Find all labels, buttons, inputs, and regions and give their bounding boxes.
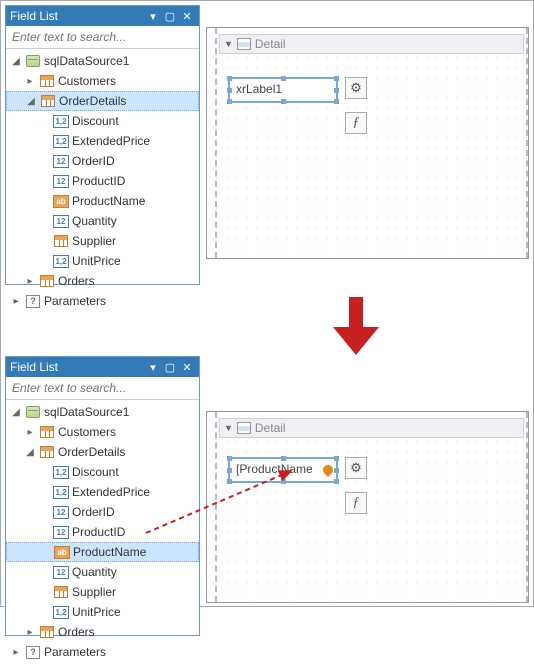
report-designer-canvas[interactable]: ▼ Detail xrLabel1 ⚙ ƒ (206, 27, 529, 259)
margin-guide-right (526, 28, 528, 258)
band-collapse-icon[interactable]: ▼ (224, 423, 233, 433)
autohide-icon[interactable]: ▢ (162, 359, 178, 375)
node-productname[interactable]: ▸abProductName (6, 542, 199, 562)
band-collapse-icon[interactable]: ▼ (224, 39, 233, 49)
data-binding-indicator-icon (321, 463, 335, 477)
node-datasource[interactable]: ◢sqlDataSource1 (6, 51, 199, 71)
band-label: Detail (255, 421, 286, 435)
node-supplier[interactable]: ▸Supplier (6, 231, 199, 251)
node-customers[interactable]: ▸Customers (6, 71, 199, 91)
band-label: Detail (255, 37, 286, 51)
panel-titlebar: Field List ▾ ▢ ✕ (6, 357, 199, 377)
node-orders[interactable]: ▸Orders (6, 271, 199, 291)
autohide-icon[interactable]: ▢ (162, 8, 178, 24)
node-datasource[interactable]: ◢sqlDataSource1 (6, 402, 199, 422)
node-parameters[interactable]: ▸?Parameters (6, 291, 199, 311)
node-orderdetails[interactable]: ◢OrderDetails (6, 442, 199, 462)
panel-title: Field List (10, 9, 145, 23)
detail-band-header[interactable]: ▼ Detail (219, 418, 524, 438)
node-orderdetails[interactable]: ◢OrderDetails (6, 91, 199, 111)
node-orderid[interactable]: ▸12OrderID (6, 151, 199, 171)
drag-arrow-icon (141, 463, 311, 543)
xrlabel-text: xrLabel1 (236, 82, 282, 96)
expression-button[interactable]: ƒ (345, 112, 367, 134)
node-unitprice[interactable]: ▸1,2UnitPrice (6, 602, 199, 622)
expression-button[interactable]: ƒ (345, 492, 367, 514)
margin-guide-right (526, 412, 528, 602)
panel-titlebar: Field List ▾ ▢ ✕ (6, 6, 199, 26)
flow-arrow-icon (331, 297, 381, 357)
dropdown-icon[interactable]: ▾ (145, 359, 161, 375)
node-discount[interactable]: ▸1,2Discount (6, 111, 199, 131)
xrlabel-control[interactable]: xrLabel1 (229, 78, 337, 102)
node-productname[interactable]: ▸abProductName (6, 191, 199, 211)
smart-tag-button[interactable]: ⚙ (345, 457, 367, 479)
node-orders[interactable]: ▸Orders (6, 622, 199, 642)
node-supplier[interactable]: ▸Supplier (6, 582, 199, 602)
node-parameters[interactable]: ▸?Parameters (6, 642, 199, 662)
field-list-panel: Field List ▾ ▢ ✕ ◢sqlDataSource1 ▸Custom… (5, 5, 200, 285)
detail-band-icon (237, 38, 251, 50)
margin-guide-left (215, 28, 217, 258)
smart-tag-button[interactable]: ⚙ (345, 77, 367, 99)
search-input[interactable] (6, 377, 199, 400)
node-extendedprice[interactable]: ▸1,2ExtendedPrice (6, 131, 199, 151)
design-grid (207, 28, 528, 258)
field-tree: ◢sqlDataSource1 ▸Customers ◢OrderDetails… (6, 49, 199, 313)
close-icon[interactable]: ✕ (179, 8, 195, 24)
panel-title: Field List (10, 360, 145, 374)
close-icon[interactable]: ✕ (179, 359, 195, 375)
node-productid[interactable]: ▸12ProductID (6, 171, 199, 191)
node-unitprice[interactable]: ▸1,2UnitPrice (6, 251, 199, 271)
detail-band-header[interactable]: ▼ Detail (219, 34, 524, 54)
search-input[interactable] (6, 26, 199, 49)
node-customers[interactable]: ▸Customers (6, 422, 199, 442)
detail-band-icon (237, 422, 251, 434)
node-quantity[interactable]: ▸12Quantity (6, 562, 199, 582)
node-quantity[interactable]: ▸12Quantity (6, 211, 199, 231)
dropdown-icon[interactable]: ▾ (145, 8, 161, 24)
